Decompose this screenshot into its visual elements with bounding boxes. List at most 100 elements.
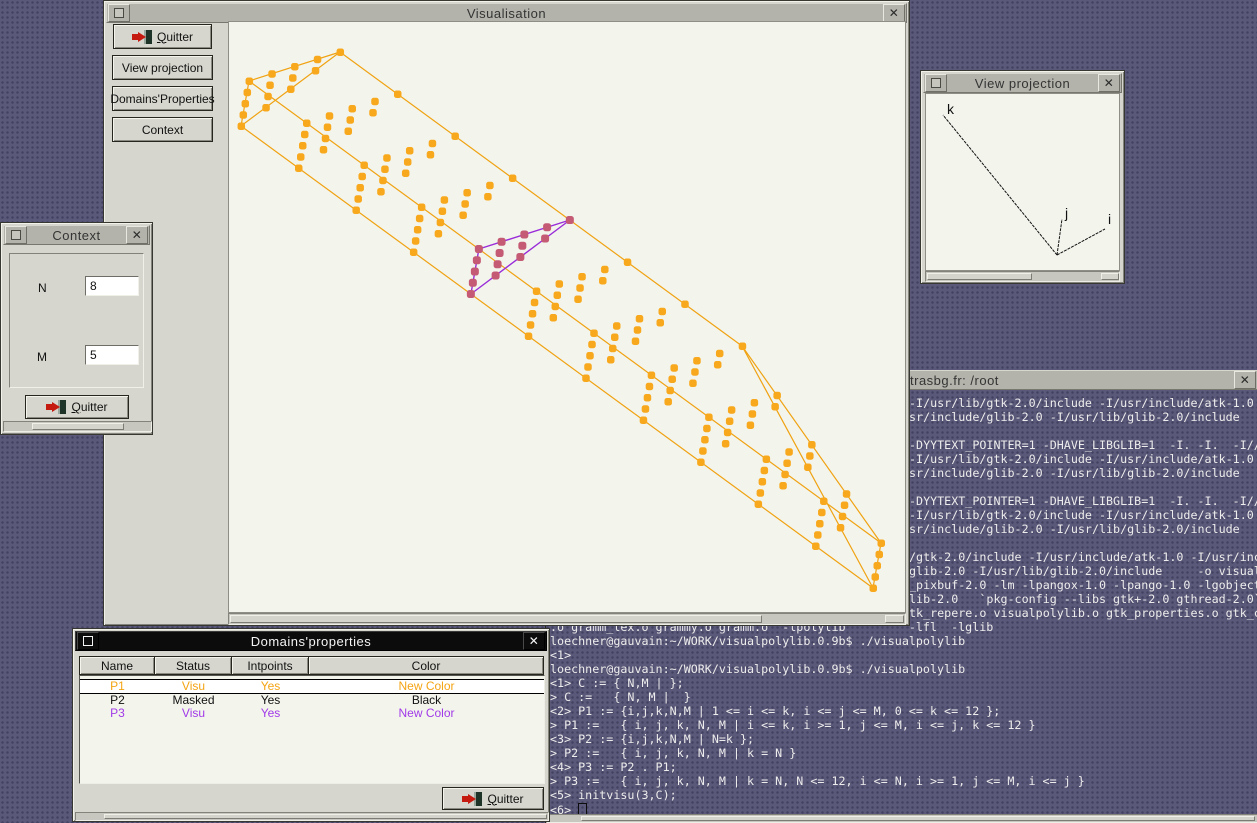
window-menu-button[interactable]: [5, 226, 27, 244]
scrollbar-slider[interactable]: [581, 816, 1255, 821]
context-window: Context ✕ N 8 M 5 Quitter: [0, 222, 153, 435]
context-button[interactable]: Context: [112, 117, 213, 142]
svg-text:i: i: [1108, 211, 1111, 227]
terminal-line: _pixbuf-2.0 -lm -lpangox-1.0 -lpango-1.0…: [909, 579, 1257, 592]
desktop: { "visualisation_window": { "title": "Vi…: [0, 0, 1257, 823]
visualisation-title: Visualisation: [131, 6, 882, 21]
axes-drawing: k j i: [926, 94, 1119, 270]
column-header-intpoints[interactable]: Intpoints: [231, 656, 309, 675]
column-header-color[interactable]: Color: [308, 656, 544, 675]
table-cell: Black: [309, 694, 544, 707]
view-projection-title: View projection: [948, 76, 1097, 91]
terminal-line: <4> P3 := P2 . P1;: [550, 761, 677, 774]
terminal-close-button[interactable]: ✕: [1234, 371, 1256, 389]
terminal-bottom-scrollbar[interactable]: [546, 814, 1257, 823]
terminal-line: <1>: [550, 649, 571, 662]
close-icon: ✕: [529, 634, 540, 648]
view-projection-button[interactable]: View projection: [112, 55, 213, 80]
terminal-line: <1> C := { N,M | };: [550, 677, 684, 690]
axes-canvas[interactable]: k j i: [925, 93, 1120, 271]
svg-text:k: k: [947, 101, 955, 117]
terminal-line: glib-2.0 -I/usr/lib/glib-2.0/include -o …: [909, 565, 1257, 578]
window-menu-button[interactable]: [925, 74, 947, 92]
param-m-input[interactable]: 5: [85, 345, 139, 365]
visualisation-titlebar[interactable]: Visualisation ✕: [106, 3, 907, 23]
terminal-line: -I/usr/lib/gtk-2.0/include -I/usr/includ…: [909, 509, 1254, 522]
terminal-line: loechner@gauvain:~/WORK/visualpolylib.0.…: [550, 635, 965, 648]
view-projection-titlebar[interactable]: View projection ✕: [923, 73, 1122, 93]
terminal-line: > P1 := { i, j, k, N, M | i <= k, i >= 1…: [550, 719, 1036, 732]
param-n-input[interactable]: 8: [85, 276, 139, 296]
table-cell: P2: [80, 694, 155, 707]
svg-text:j: j: [1064, 205, 1068, 221]
window-menu-icon: [931, 78, 941, 88]
scrollbar-stepper[interactable]: [1101, 273, 1119, 280]
close-icon: ✕: [1240, 373, 1251, 387]
param-m-label: M: [37, 350, 47, 364]
terminal-line: /gtk-2.0/include -I/usr/include/atk-1.0 …: [909, 551, 1257, 564]
terminal-line: <5> initvisu(3,C);: [550, 789, 677, 802]
terminal-line: <3> P2 := {i,j,k,N,M | N=k };: [550, 733, 754, 746]
table-row[interactable]: P2MaskedYesBlack: [80, 694, 544, 707]
domains-table[interactable]: P1VisuYesNew ColorP2MaskedYesBlackP3Visu…: [79, 675, 545, 784]
param-n-label: N: [38, 281, 47, 295]
visualisation-window: Visualisation ✕ Quitter View projection …: [103, 0, 910, 626]
scrollbar-slider[interactable]: [104, 814, 547, 819]
column-header-name[interactable]: Name: [79, 656, 155, 675]
window-menu-icon: [114, 8, 124, 18]
view-projection-close-button[interactable]: ✕: [1098, 74, 1120, 92]
terminal-line: sr/include/glib-2.0 -I/usr/lib/glib-2.0/…: [909, 467, 1240, 480]
context-quitter-button[interactable]: Quitter: [25, 395, 129, 419]
window-menu-button[interactable]: [108, 4, 130, 22]
table-cell: Visu: [155, 680, 232, 693]
view-projection-window: View projection ✕ k j i: [920, 70, 1125, 284]
domains-properties-button[interactable]: Domains'Properties: [112, 86, 213, 111]
quitter-button[interactable]: Quitter: [113, 24, 212, 49]
parameters-frame: [9, 253, 144, 388]
table-cell: New Color: [309, 707, 544, 720]
visualisation-hscrollbar[interactable]: [228, 613, 906, 625]
close-icon: ✕: [132, 228, 143, 242]
terminal-line: -I/usr/lib/gtk-2.0/include -I/usr/includ…: [909, 453, 1254, 466]
table-cell: Yes: [232, 707, 309, 720]
scrollbar-slider[interactable]: [32, 423, 124, 430]
table-cell: P3: [80, 707, 155, 720]
table-cell: New Color: [309, 680, 544, 693]
terminal-line: -DYYTEXT_POINTER=1 -DHAVE_LIBGLIB=1 -I. …: [909, 495, 1257, 508]
table-row[interactable]: P3VisuYesNew Color: [80, 707, 544, 720]
window-menu-button[interactable]: [77, 632, 99, 650]
table-cell: Masked: [155, 694, 232, 707]
terminal-line: loechner@gauvain:~/WORK/visualpolylib.0.…: [550, 663, 965, 676]
close-icon: ✕: [1104, 76, 1115, 90]
window-menu-icon: [83, 636, 93, 646]
terminal-line: <2> P1 := {i,j,k,N,M | 1 <= i <= k, i <=…: [550, 705, 1000, 718]
domains-close-button[interactable]: ✕: [523, 632, 545, 650]
context-hscrollbar[interactable]: [3, 421, 152, 432]
domains-quitter-button[interactable]: Quitter: [442, 787, 544, 810]
terminal-line: -DYYTEXT_POINTER=1 -DHAVE_LIBGLIB=1 -I. …: [909, 439, 1257, 452]
table-header-row: NameStatusIntpointsColor: [79, 656, 543, 674]
visualisation-close-button[interactable]: ✕: [883, 4, 905, 22]
terminal-line: tk_repere.o visualpolylib.o gtk_properti…: [909, 607, 1257, 620]
context-titlebar[interactable]: Context ✕: [3, 225, 150, 245]
domains-titlebar[interactable]: Domains'properties ✕: [75, 631, 547, 651]
quitter-label: Quitter: [487, 792, 523, 806]
scrollbar-slider[interactable]: [927, 273, 1032, 280]
table-row[interactable]: P1VisuYesNew Color: [80, 679, 544, 694]
column-header-status[interactable]: Status: [154, 656, 232, 675]
scrollbar-slider[interactable]: [230, 615, 762, 623]
context-close-button[interactable]: ✕: [126, 226, 148, 244]
polytope-canvas[interactable]: [228, 21, 906, 613]
terminal-line: > P2 := { i, j, k, N, M | k = N }: [550, 747, 796, 760]
domains-properties-window: Domains'properties ✕ NameStatusIntpoints…: [72, 628, 550, 822]
table-cell: Yes: [232, 694, 309, 707]
terminal-line: lib-2.0 `pkg-config --libs gtk+-2.0 gthr…: [909, 593, 1257, 606]
view-projection-hscrollbar[interactable]: [925, 271, 1120, 282]
context-title: Context: [28, 228, 125, 243]
exit-icon: [46, 400, 66, 414]
window-menu-icon: [11, 230, 21, 240]
domains-hscrollbar[interactable]: [75, 812, 549, 821]
exit-icon: [132, 30, 152, 44]
scrollbar-stepper[interactable]: [885, 615, 904, 623]
terminal-line: > C := { N, M | }: [550, 691, 691, 704]
